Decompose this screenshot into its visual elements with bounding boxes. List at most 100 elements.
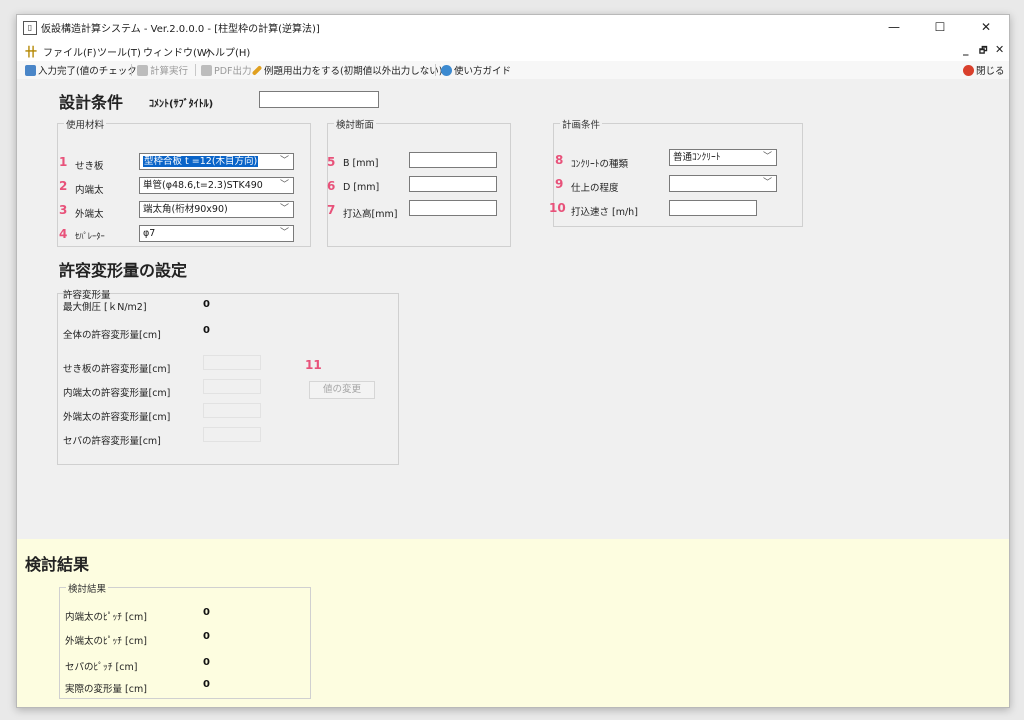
field-number: 7	[327, 203, 336, 217]
total-allowable-value: 0	[203, 325, 210, 336]
field-number: 3	[59, 203, 68, 217]
menu-app-icon[interactable]: 卄	[25, 43, 37, 60]
check-input-icon	[25, 65, 36, 76]
toolbar: 入力完了(値のチェック) 計算実行 PDF出力 例題用出力をする(初期値以外出力…	[17, 61, 1009, 80]
inner-batten-label: 内端太	[75, 185, 104, 196]
b-mm-input[interactable]	[409, 152, 497, 168]
pour-height-input[interactable]	[409, 200, 497, 216]
field-number: 10	[549, 201, 566, 215]
close-button[interactable]: 閉じる	[963, 63, 1005, 77]
input-done-button[interactable]: 入力完了(値のチェック)	[25, 63, 140, 77]
seki-ita-allowable-label: せき板の許容変形量[cm]	[63, 364, 171, 375]
results-group-title: 検討結果	[66, 581, 109, 595]
inner-batten-pitch-label: 内端太のﾋﾟｯﾁ [cm]	[65, 612, 147, 623]
pdf-output-button[interactable]: PDF出力	[201, 63, 252, 77]
field-number: 5	[327, 155, 336, 169]
seki-ita-select[interactable]: 型枠合板 t =12(木目方向) ﹀	[139, 153, 294, 170]
field-number: 6	[327, 179, 336, 193]
calculator-icon	[137, 65, 148, 76]
pencil-icon	[251, 65, 263, 76]
chevron-down-icon: ﹀	[279, 204, 289, 214]
example-output-button[interactable]: 例題用出力をする(初期値以外出力しない)	[251, 63, 442, 77]
finish-level-select[interactable]: ﹀	[669, 175, 777, 192]
menu-window[interactable]: ウィンドウ(W)	[143, 44, 211, 59]
max-pressure-value: 0	[203, 299, 210, 310]
app-window: ▯ 仮設構造計算システム - Ver.2.0.0.0 - [柱型枠の計算(逆算法…	[16, 14, 1010, 708]
main-content: 設計条件 ｺﾒﾝﾄ(ｻﾌﾞﾀｲﾄﾙ) 使用材料 1 せき板 型枠合板 t =12…	[17, 79, 1009, 707]
sepa-allowable-input[interactable]	[203, 427, 261, 442]
change-values-button[interactable]: 値の変更	[309, 381, 375, 399]
calc-run-button[interactable]: 計算実行	[137, 63, 188, 77]
d-mm-label: D [mm]	[343, 182, 380, 193]
pour-speed-input[interactable]	[669, 200, 757, 216]
comment-label: ｺﾒﾝﾄ(ｻﾌﾞﾀｲﾄﾙ)	[149, 99, 214, 110]
inner-batten-select[interactable]: 単管(φ48.6,t=2.3)STK490 ﹀	[139, 177, 294, 194]
maximize-button[interactable]: ☐	[917, 15, 963, 39]
mdi-minimize-button[interactable]: _	[963, 43, 969, 56]
allowable-heading: 許容変形量の設定	[59, 261, 188, 280]
actual-deformation-label: 実際の変形量 [cm]	[65, 684, 147, 695]
outer-batten-pitch-label: 外端太のﾋﾟｯﾁ [cm]	[65, 636, 147, 647]
max-pressure-label: 最大側圧 [ｋN/m2]	[63, 302, 147, 313]
mdi-close-button[interactable]: ✕	[995, 43, 1004, 56]
pour-speed-label: 打込速さ [m/h]	[571, 207, 638, 218]
sepa-pitch-value: 0	[203, 657, 210, 668]
actual-deformation-value: 0	[203, 679, 210, 690]
menu-help[interactable]: ヘルプ(H)	[205, 44, 250, 59]
field-number: 1	[59, 155, 68, 169]
separator-label: ｾﾊﾟﾚｰﾀｰ	[75, 232, 105, 242]
chevron-down-icon: ﹀	[762, 152, 772, 162]
field-number: 9	[555, 177, 564, 191]
guide-button[interactable]: 使い方ガイド	[441, 63, 511, 77]
sepa-pitch-label: セパのﾋﾟｯﾁ [cm]	[65, 662, 138, 673]
materials-group-title: 使用材料	[64, 117, 107, 131]
toolbar-separator	[435, 64, 436, 76]
field-number: 4	[59, 227, 68, 241]
pour-height-label: 打込高[mm]	[343, 209, 398, 220]
chevron-down-icon: ﹀	[279, 180, 289, 190]
inner-batten-allowable-input[interactable]	[203, 379, 261, 394]
comment-input[interactable]	[259, 91, 379, 108]
inner-batten-pitch-value: 0	[203, 607, 210, 618]
chevron-down-icon: ﹀	[279, 228, 289, 238]
results-panel: 検討結果 検討結果 内端太のﾋﾟｯﾁ [cm] 0 外端太のﾋﾟｯﾁ [cm] …	[17, 539, 1009, 707]
outer-batten-select[interactable]: 端太角(桁材90x90) ﹀	[139, 201, 294, 218]
seki-ita-allowable-input[interactable]	[203, 355, 261, 370]
concrete-type-select[interactable]: 普通ｺﾝｸﾘｰﾄ ﹀	[669, 149, 777, 166]
guide-icon	[441, 65, 452, 76]
b-mm-label: B [mm]	[343, 158, 379, 169]
plan-group-title: 計画条件	[560, 117, 603, 131]
window-title: 仮設構造計算システム - Ver.2.0.0.0 - [柱型枠の計算(逆算法)]	[41, 24, 320, 35]
finish-level-label: 仕上の程度	[571, 183, 619, 194]
outer-batten-pitch-value: 0	[203, 631, 210, 642]
concrete-type-label: ｺﾝｸﾘｰﾄの種類	[571, 159, 629, 170]
separator-select[interactable]: φ7 ﹀	[139, 225, 294, 242]
close-icon	[963, 65, 974, 76]
menu-bar: 卄 ファイル(F) ツール(T) ウィンドウ(W) ヘルプ(H) _ 🗗 ✕	[17, 39, 1009, 62]
toolbar-separator	[195, 64, 196, 76]
menu-file[interactable]: ファイル(F)	[43, 44, 97, 59]
results-heading: 検討結果	[25, 555, 90, 574]
chevron-down-icon: ﹀	[279, 156, 289, 166]
total-allowable-label: 全体の許容変形量[cm]	[63, 330, 161, 341]
title-bar: ▯ 仮設構造計算システム - Ver.2.0.0.0 - [柱型枠の計算(逆算法…	[17, 15, 1009, 39]
close-window-button[interactable]: ✕	[963, 15, 1009, 39]
minimize-button[interactable]: —	[871, 15, 917, 39]
seki-ita-label: せき板	[75, 161, 104, 172]
outer-batten-allowable-input[interactable]	[203, 403, 261, 418]
d-mm-input[interactable]	[409, 176, 497, 192]
menu-tools[interactable]: ツール(T)	[97, 44, 141, 59]
field-number: 2	[59, 179, 68, 193]
chevron-down-icon: ﹀	[762, 178, 772, 188]
design-conditions-heading: 設計条件	[59, 93, 124, 112]
pdf-icon	[201, 65, 212, 76]
toolbar-separator	[131, 64, 132, 76]
field-number: 11	[305, 358, 322, 372]
outer-batten-allowable-label: 外端太の許容変形量[cm]	[63, 412, 171, 423]
app-icon: ▯	[23, 21, 37, 35]
section-group-title: 検討断面	[334, 117, 377, 131]
mdi-restore-button[interactable]: 🗗	[979, 43, 987, 59]
outer-batten-label: 外端太	[75, 209, 104, 220]
inner-batten-allowable-label: 内端太の許容変形量[cm]	[63, 388, 171, 399]
sepa-allowable-label: セパの許容変形量[cm]	[63, 436, 161, 447]
